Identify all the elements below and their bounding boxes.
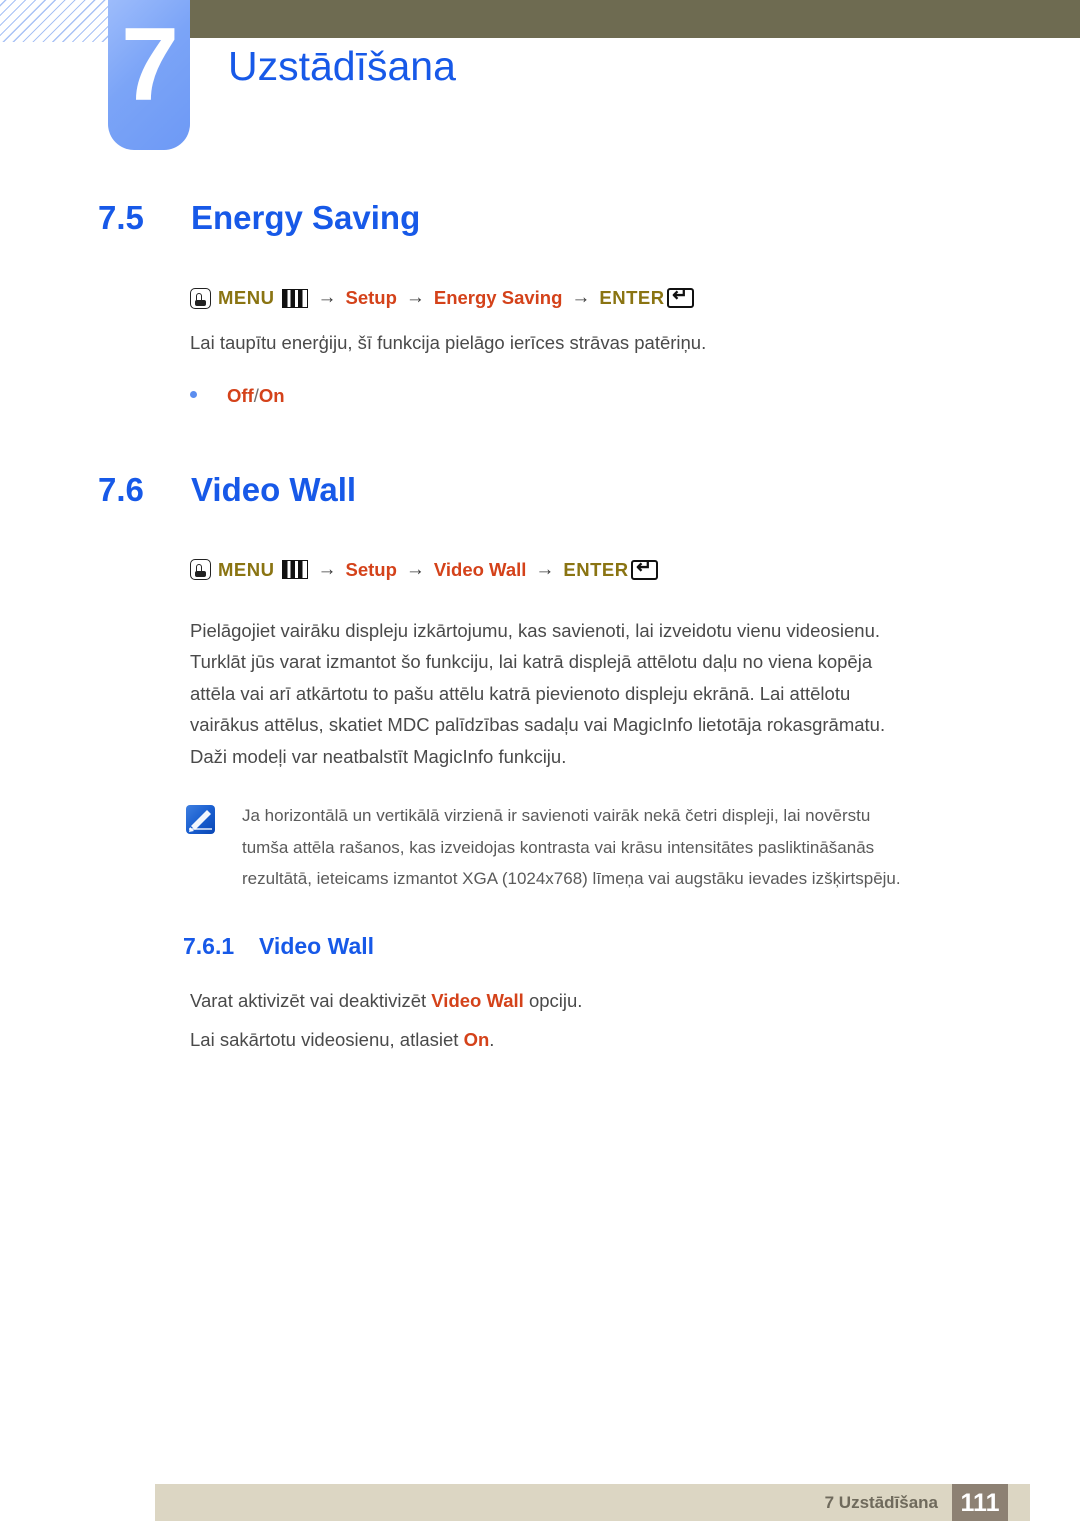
hand-press-icon [190, 559, 211, 580]
enter-label: ENTER [563, 558, 629, 580]
header-olive-bar [190, 0, 1080, 38]
section-heading-video-wall: 7.6 Video Wall [0, 467, 1080, 513]
subsection-number: 7.6.1 [183, 932, 235, 959]
section-number: 7.6 [98, 470, 144, 508]
enter-key-icon [666, 285, 694, 308]
menu-step-energy-saving: Energy Saving [433, 287, 563, 308]
video-wall-body: Pielāgojiet vairāku displeju izkārtojumu… [190, 619, 886, 767]
option-on: On [258, 384, 285, 406]
hand-press-icon [190, 287, 211, 309]
chapter-number: 7 [121, 7, 179, 123]
bullet-icon [190, 390, 197, 398]
footer-chapter-label: 7 Uzstādīšana [824, 1493, 938, 1512]
energy-saving-options: Off/On [0, 381, 1080, 411]
path-arrow-2: → [405, 287, 425, 308]
note-pencil-icon [186, 805, 215, 834]
menu-step-setup: Setup [345, 287, 397, 308]
line2-bold: On [463, 1029, 490, 1050]
section-number: 7.5 [98, 199, 144, 236]
line2-pre: Lai sakārtotu videosienu, atlasiet [190, 1029, 464, 1050]
subsection-heading-video-wall: 7.6.1 Video Wall [0, 929, 1080, 963]
page-content: 7.5 Energy Saving MENU → Setup → Energy … [0, 195, 1080, 1056]
note-text: Ja horizontālā un vertikālā virzienā ir … [242, 806, 901, 888]
enter-label: ENTER [599, 287, 665, 308]
menu-path-video-wall: MENU → Setup → Video Wall → ENTER [0, 557, 1080, 581]
line2-post: . [489, 1029, 495, 1050]
line1-post: opciju. [523, 989, 583, 1011]
menu-label: MENU [218, 287, 275, 308]
line1-bold: Video Wall [431, 989, 524, 1011]
path-arrow-3: → [535, 558, 555, 580]
menu-path-energy-saving: MENU → Setup → Energy Saving → ENTER [0, 285, 1080, 309]
decorative-hatch-pattern [0, 0, 113, 42]
path-arrow-3: → [571, 287, 591, 308]
section-title: Energy Saving [191, 199, 421, 236]
menu-label: MENU [218, 558, 275, 580]
path-arrow-1: → [317, 558, 337, 580]
chapter-tab: 7 [108, 0, 190, 150]
option-off: Off [227, 384, 254, 406]
section-heading-energy-saving: 7.5 Energy Saving [0, 195, 1080, 241]
energy-saving-description: Lai taupītu enerģiju, šī funkcija pielāg… [190, 332, 707, 353]
note-block: Ja horizontālā un vertikālā virzienā ir … [0, 800, 1080, 895]
menu-bars-icon [282, 560, 309, 579]
enter-key-icon [630, 557, 658, 580]
video-wall-line-2: Lai sakārtotu videosienu, atlasiet On. [0, 1024, 1080, 1056]
menu-step-video-wall: Video Wall [433, 558, 527, 580]
footer-page-number: 111 [952, 1484, 1008, 1521]
section-title: Video Wall [191, 470, 357, 508]
chapter-title: Uzstādīšana [228, 43, 456, 89]
page-header: 7 Uzstādīšana [0, 0, 1080, 160]
line1-pre: Varat aktivizēt vai deaktivizēt [190, 989, 432, 1011]
subsection-title: Video Wall [259, 932, 375, 959]
menu-bars-icon [282, 288, 309, 308]
menu-step-setup: Setup [345, 558, 397, 580]
path-arrow-2: → [405, 558, 425, 580]
video-wall-line-1: Varat aktivizēt vai deaktivizēt Video Wa… [0, 985, 1080, 1017]
path-arrow-1: → [317, 287, 337, 308]
page-footer: 7 Uzstādīšana 111 [155, 1484, 1030, 1521]
